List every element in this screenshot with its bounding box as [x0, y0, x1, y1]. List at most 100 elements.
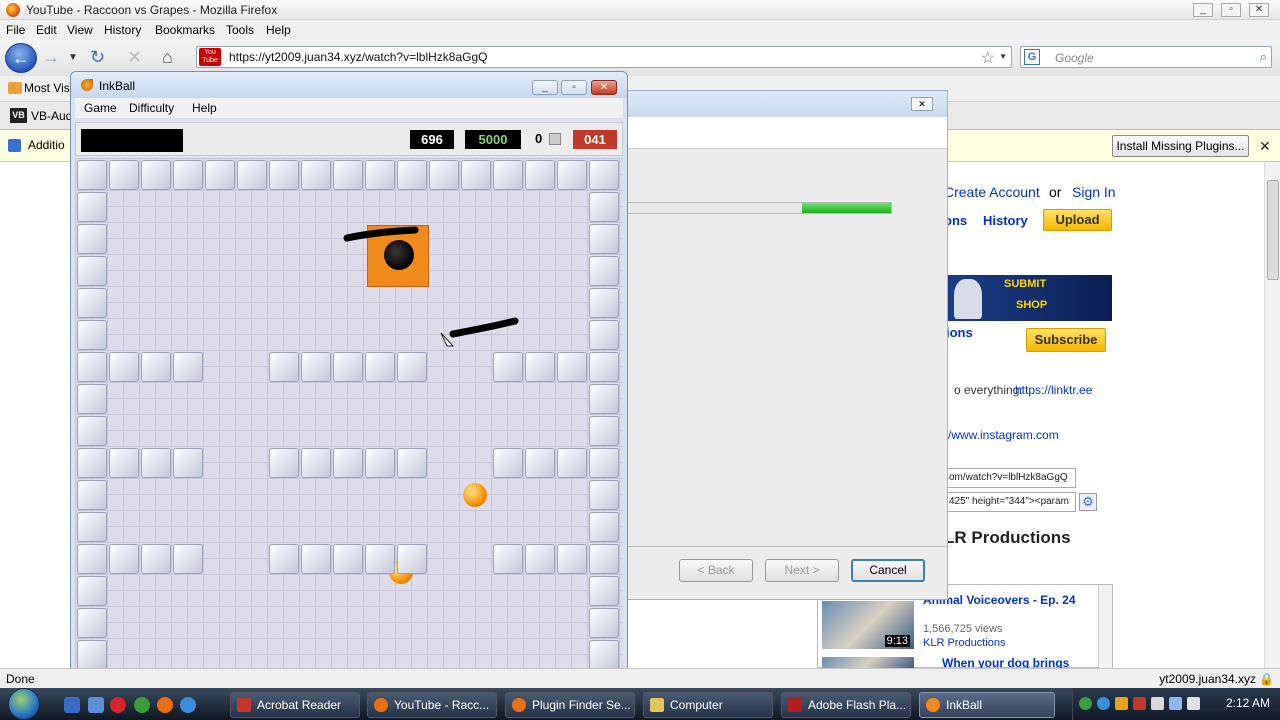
clock[interactable]: 2:12 AM — [1226, 696, 1270, 710]
dialog-close-button[interactable]: ✕ — [911, 97, 933, 111]
ink-line-top — [343, 226, 419, 242]
linktree-link[interactable]: https://linktr.ee — [1015, 383, 1092, 397]
related-scrollbar[interactable] — [1098, 585, 1112, 669]
taskbar-computer[interactable]: Computer — [643, 692, 773, 718]
channel-banner[interactable]: SUBMIT SHOP — [946, 275, 1112, 321]
url-dropdown-icon[interactable]: ▼ — [999, 52, 1007, 61]
taskbar-acrobat-label: Acrobat Reader — [257, 698, 342, 712]
taskbar-inkball[interactable]: InkBall — [919, 692, 1055, 718]
inkball-minimize-button[interactable]: _ — [532, 80, 558, 95]
subscribe-button[interactable]: Subscribe — [1026, 328, 1106, 352]
forward-button[interactable]: → — [42, 47, 60, 68]
google-icon[interactable]: G — [1024, 49, 1040, 65]
notification-close-icon[interactable]: ✕ — [1259, 138, 1271, 155]
menu-history[interactable]: History — [104, 23, 141, 37]
inkball-menu-difficulty[interactable]: Difficulty — [129, 101, 174, 115]
menu-bookmarks[interactable]: Bookmarks — [155, 23, 215, 37]
close-button[interactable]: ✕ — [1249, 3, 1269, 17]
wall-tile — [269, 160, 299, 190]
maximize-button[interactable]: ▫ — [1221, 3, 1241, 17]
wall-tile — [301, 352, 331, 382]
bookmark-star-icon[interactable]: ☆ — [981, 48, 995, 68]
channel-section-partial[interactable]: ions — [946, 325, 973, 340]
tray-update-icon[interactable] — [1097, 697, 1110, 710]
install-missing-plugins-button[interactable]: Install Missing Plugins... — [1112, 135, 1249, 157]
stop-icon[interactable]: ✕ — [127, 47, 142, 68]
wall-tile — [77, 576, 107, 606]
tab-vb-audio[interactable]: VB-Aud — [31, 109, 72, 123]
or-text: or — [1049, 184, 1062, 200]
tray-network-icon[interactable] — [1079, 697, 1092, 710]
minimize-button[interactable]: _ — [1193, 3, 1213, 17]
taskbar-plugin-finder[interactable]: Plugin Finder Se... — [505, 692, 635, 718]
url-bar[interactable]: You Tube https://yt2009.juan34.xyz/watch?… — [196, 46, 1012, 68]
counter-display: 0 — [535, 131, 543, 146]
opera-icon[interactable] — [110, 697, 126, 713]
wall-tile — [589, 448, 619, 478]
tray-monitor-icon[interactable] — [1169, 697, 1182, 710]
sign-in-link[interactable]: Sign In — [1072, 184, 1116, 200]
menu-tools[interactable]: Tools — [226, 23, 254, 37]
upload-button[interactable]: Upload — [1043, 209, 1112, 231]
wall-tile — [429, 160, 459, 190]
tray-power-icon[interactable] — [1151, 697, 1164, 710]
related-video-channel[interactable]: KLR Productions — [923, 637, 1006, 649]
game-board[interactable] — [75, 158, 623, 687]
wall-tile — [589, 320, 619, 350]
menu-edit[interactable]: Edit — [36, 23, 57, 37]
tray-alert-icon[interactable] — [1133, 697, 1146, 710]
ie-icon[interactable] — [180, 697, 196, 713]
inkball-maximize-button[interactable]: ▫ — [561, 80, 587, 95]
create-account-link[interactable]: Create Account — [944, 184, 1040, 200]
video-url-field[interactable]: om/watch?v=lblHzk8aGgQ — [946, 468, 1076, 488]
wall-tile — [301, 160, 331, 190]
scrollbar-thumb[interactable] — [1267, 180, 1279, 280]
video-duration: 9:13 — [884, 635, 910, 647]
inkball-close-button[interactable]: ✕ — [591, 80, 617, 95]
home-icon[interactable]: ⌂ — [162, 47, 173, 68]
reload-icon[interactable]: ↻ — [90, 47, 105, 68]
embed-settings-gear-icon[interactable]: ⚙ — [1079, 493, 1097, 511]
related-video-title[interactable]: Animal Voiceovers - Ep. 24 — [923, 593, 1093, 607]
page-scrollbar[interactable] — [1264, 162, 1280, 668]
menu-view[interactable]: View — [67, 23, 93, 37]
firefox-title-bar: YouTube - Raccoon vs Grapes - Mozilla Fi… — [0, 0, 1280, 20]
wall-tile — [589, 256, 619, 286]
search-icon[interactable]: ⌕ — [1260, 49, 1267, 65]
next-wizard-button[interactable]: Next > — [765, 559, 839, 582]
related-thumbnail[interactable]: 9:13 — [822, 601, 914, 649]
back-wizard-button[interactable]: < Back — [679, 559, 753, 582]
show-desktop-icon[interactable] — [64, 697, 80, 713]
wall-tile — [397, 448, 427, 478]
back-button[interactable]: ← — [5, 43, 37, 73]
inkball-menu-help[interactable]: Help — [192, 101, 217, 115]
tray-volume-icon[interactable] — [1187, 697, 1200, 710]
cancel-wizard-button[interactable]: Cancel — [851, 559, 925, 582]
ball-queue-display — [81, 129, 183, 152]
wall-tile — [77, 352, 107, 382]
taskbar-youtube[interactable]: YouTube - Racc... — [367, 692, 497, 718]
wall-tile — [333, 352, 363, 382]
menu-file[interactable]: File — [6, 23, 25, 37]
ink-strokes — [343, 226, 519, 347]
most-visited-bookmark[interactable]: Most Vis — [24, 81, 70, 95]
instagram-link[interactable]: /www.instagram.com — [948, 428, 1059, 442]
taskbar-acrobat[interactable]: Acrobat Reader — [230, 692, 360, 718]
score-display: 5000 — [465, 130, 521, 149]
flash-icon — [788, 698, 802, 712]
wall-tile — [237, 160, 267, 190]
history-link[interactable]: History — [983, 213, 1028, 228]
search-bar[interactable]: G Google ⌕ — [1020, 46, 1272, 68]
tray-shield-icon[interactable] — [1115, 697, 1128, 710]
start-button[interactable] — [0, 686, 50, 720]
wall-tile — [589, 512, 619, 542]
menu-help[interactable]: Help — [266, 23, 291, 37]
embed-code-field[interactable]: 425" height="344"><param — [946, 492, 1076, 512]
switch-windows-icon[interactable] — [88, 697, 104, 713]
history-dropdown-icon[interactable]: ▼ — [68, 52, 78, 63]
chrome-icon[interactable] — [134, 697, 150, 713]
firefox-quicklaunch-icon[interactable] — [157, 697, 173, 713]
taskbar-flash[interactable]: Adobe Flash Pla... — [781, 692, 911, 718]
inkball-menu-game[interactable]: Game — [84, 101, 117, 115]
wall-tile — [589, 640, 619, 670]
